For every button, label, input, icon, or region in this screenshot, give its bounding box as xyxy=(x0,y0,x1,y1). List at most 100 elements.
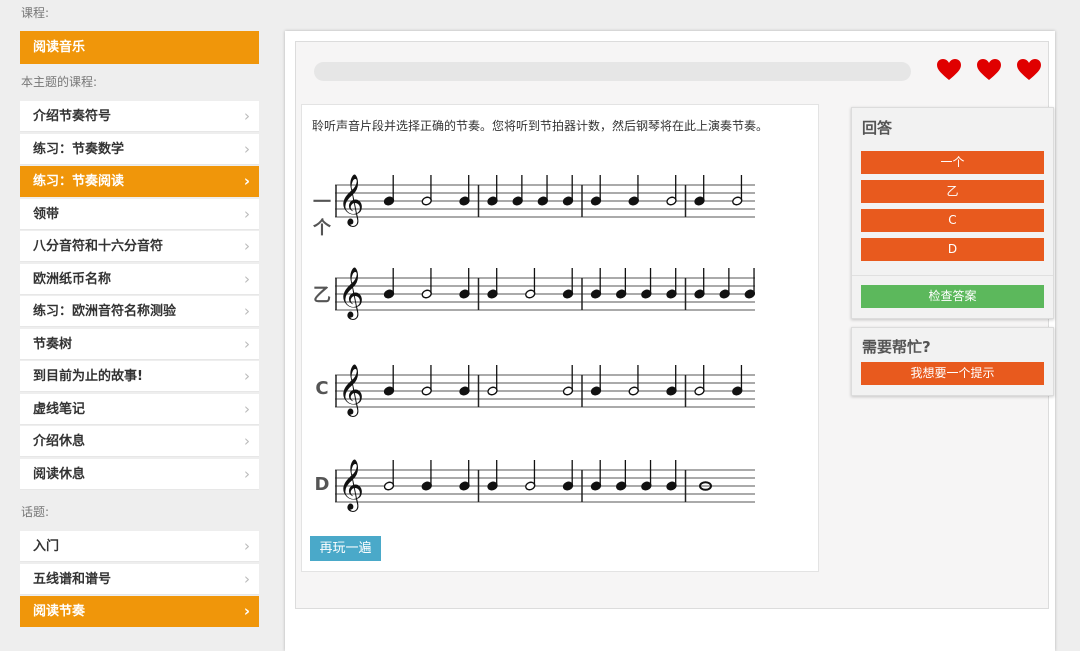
answer-option-2-button[interactable]: 乙 xyxy=(861,180,1044,203)
sidebar-lesson-item-5[interactable]: 八分音符和十六分音符 › xyxy=(20,231,259,262)
answer-option-d-button[interactable]: D xyxy=(861,238,1044,261)
sidebar-lesson-item-8[interactable]: 节奏树 › xyxy=(20,328,259,360)
check-answer-button[interactable]: 检查答案 xyxy=(861,285,1044,308)
hint-button[interactable]: 我想要一个提示 xyxy=(861,362,1044,385)
chevron-right-icon: › xyxy=(244,302,250,320)
sidebar-lesson-item-6[interactable]: 欧洲纸币名称 › xyxy=(20,263,259,295)
sidebar-item-label: 入门 xyxy=(33,539,60,554)
quarter-note xyxy=(694,175,705,206)
option-label: 乙 xyxy=(313,285,331,306)
chevron-right-icon: › xyxy=(243,172,250,190)
sidebar-item-label: 到目前为止的故事! xyxy=(33,369,143,384)
sidebar-item-label: 练习：节奏阅读 xyxy=(33,174,125,189)
half-note xyxy=(525,268,536,299)
sidebar-lesson-item-1[interactable]: 介绍节奏符号 › xyxy=(20,101,259,132)
course-section-label: 课程: xyxy=(21,6,50,20)
chevron-right-icon: › xyxy=(244,237,250,255)
chevron-right-icon: › xyxy=(244,537,250,555)
rhythm-staff: 𝄞 xyxy=(335,459,755,512)
lessons-section-label: 本主题的课程: xyxy=(21,75,98,89)
answer-option-1-button[interactable]: 一个 xyxy=(861,151,1044,174)
quarter-note xyxy=(641,460,652,491)
quarter-note xyxy=(487,268,498,299)
quarter-note xyxy=(590,460,602,491)
quarter-note xyxy=(562,175,574,206)
sidebar-topic-item-2[interactable]: 五线谱和谱号 › xyxy=(20,563,259,595)
quarter-note xyxy=(719,268,730,299)
sidebar-lesson-item-2[interactable]: 练习：节奏数学 › xyxy=(20,133,259,165)
chevron-right-icon: › xyxy=(244,139,250,158)
sidebar-lesson-item-12[interactable]: 阅读休息 › xyxy=(20,458,259,490)
option-label: 一个 xyxy=(313,192,331,239)
heart-icon xyxy=(977,59,1001,80)
sidebar-item-label: 阅读节奏 xyxy=(33,604,86,619)
quarter-note xyxy=(590,175,602,206)
chevron-right-icon: › xyxy=(244,107,250,125)
chevron-right-icon: › xyxy=(244,269,250,288)
quarter-note xyxy=(512,175,523,206)
quarter-note xyxy=(615,268,627,299)
sidebar-topic-item-1[interactable]: 入门 › xyxy=(20,531,259,562)
quarter-note xyxy=(732,365,743,396)
quarter-note xyxy=(487,460,498,491)
option-label: C xyxy=(315,378,329,399)
sidebar-lesson-item-9[interactable]: 到目前为止的故事! › xyxy=(20,361,259,392)
quarter-note xyxy=(383,175,395,206)
quarter-note xyxy=(590,365,602,396)
sidebar-lesson-item-7[interactable]: 练习：欧洲音符名称测验 › xyxy=(20,296,259,327)
treble-clef-icon: 𝄞 xyxy=(338,267,364,320)
quarter-note xyxy=(383,268,395,299)
topics-section-label: 话题: xyxy=(21,505,50,519)
sidebar-item-label: 五线谱和谱号 xyxy=(33,571,112,587)
sidebar: 课程: 阅读音乐 本主题的课程: 介绍节奏符号 › 练习：节奏数学 › 练习：节奏阅读 ›… xyxy=(0,0,280,637)
quarter-note xyxy=(666,268,677,299)
half-note xyxy=(421,175,432,206)
sidebar-item-label: 节奏树 xyxy=(33,336,73,352)
answer-panel-title: 回答 xyxy=(862,119,893,137)
chevron-right-icon: › xyxy=(244,569,250,588)
chevron-right-icon: › xyxy=(243,602,250,620)
rhythm-staff: 𝄞 xyxy=(335,364,755,417)
sidebar-item-label: 介绍休息 xyxy=(33,434,86,449)
answer-option-c-button[interactable]: C xyxy=(861,209,1044,232)
replay-button[interactable]: 再玩一遍 xyxy=(310,536,381,561)
sidebar-item-label: 介绍节奏符号 xyxy=(33,109,112,124)
treble-clef-icon: 𝄞 xyxy=(338,459,364,512)
chevron-right-icon: › xyxy=(244,432,250,450)
half-note xyxy=(487,365,498,396)
quarter-note xyxy=(459,268,470,299)
half-note xyxy=(421,268,432,299)
quarter-note xyxy=(744,268,755,299)
half-note xyxy=(525,460,536,491)
sidebar-lesson-item-10[interactable]: 虚线笔记 › xyxy=(20,393,259,425)
quarter-note xyxy=(562,460,574,491)
quarter-note xyxy=(590,268,602,299)
sidebar-item-label: 领带 xyxy=(33,206,60,222)
sidebar-item-label: 练习：节奏数学 xyxy=(33,141,125,157)
half-note xyxy=(421,365,432,396)
sidebar-lesson-item-4[interactable]: 领带 › xyxy=(20,198,259,230)
sidebar-item-label: 八分音符和十六分音符 xyxy=(33,239,164,254)
half-note xyxy=(732,175,743,206)
quarter-note xyxy=(459,365,470,396)
treble-clef-icon: 𝄞 xyxy=(338,364,364,417)
option-label: D xyxy=(314,474,330,495)
question-box: 聆听声音片段并选择正确的节奏。您将听到节拍器计数，然后钢琴将在此上演奏节奏。 一… xyxy=(301,104,819,572)
quarter-note xyxy=(562,268,574,299)
sidebar-item-course[interactable]: 阅读音乐 xyxy=(20,31,259,64)
answer-panel: 回答 一个 乙 C D 检查答案 xyxy=(851,107,1054,319)
help-panel-title: 需要帮忙? xyxy=(862,338,931,356)
sidebar-lesson-item-3[interactable]: 练习：节奏阅读 › xyxy=(20,166,259,197)
sidebar-lesson-item-11[interactable]: 介绍休息 › xyxy=(20,426,259,457)
chevron-right-icon: › xyxy=(244,334,250,353)
divider xyxy=(852,275,1053,276)
sidebar-topic-item-3[interactable]: 阅读节奏 › xyxy=(20,596,259,627)
sidebar-item-label: 欧洲纸币名称 xyxy=(33,271,112,287)
half-note xyxy=(694,365,705,396)
chevron-right-icon: › xyxy=(244,204,250,223)
sidebar-item-label: 虚线笔记 xyxy=(33,401,86,417)
quarter-note xyxy=(383,365,395,396)
sidebar-item-label: 练习：欧洲音符名称测验 xyxy=(33,304,177,319)
rhythm-staff: 𝄞 xyxy=(335,267,755,320)
rhythm-staff: 𝄞 xyxy=(335,174,755,227)
